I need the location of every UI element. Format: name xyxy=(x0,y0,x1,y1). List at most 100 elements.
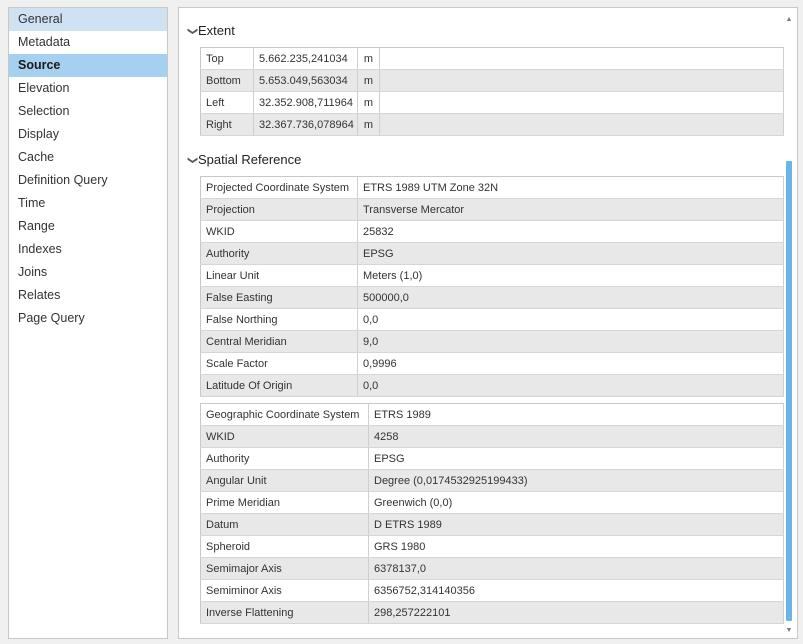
property-label: Semimajor Axis xyxy=(200,557,369,580)
extent-left-value: 32.352.908,711964 xyxy=(253,91,358,114)
spatial-reference-section-header[interactable]: ❯Spatial Reference xyxy=(186,151,301,169)
projected-cs-table: Projected Coordinate System ETRS 1989 UTM… xyxy=(200,176,784,397)
table-row: Central Meridian 9,0 xyxy=(200,330,784,353)
sidebar-item-display[interactable]: Display xyxy=(9,123,167,146)
extent-top-value: 5.662.235,241034 xyxy=(253,47,358,70)
sidebar-item-time[interactable]: Time xyxy=(9,192,167,215)
table-row: Semiminor Axis 6356752,314140356 xyxy=(200,579,784,602)
sidebar-item-elevation[interactable]: Elevation xyxy=(9,77,167,100)
property-value: 4258 xyxy=(368,425,784,448)
property-label: Authority xyxy=(200,447,369,470)
property-label: Projection xyxy=(200,198,358,221)
table-row: Linear Unit Meters (1,0) xyxy=(200,264,784,287)
extent-right-label: Right xyxy=(200,113,254,136)
extent-left-label: Left xyxy=(200,91,254,114)
property-label: WKID xyxy=(200,425,369,448)
table-row: WKID 4258 xyxy=(200,425,784,448)
empty-cell xyxy=(379,69,784,92)
property-label: Central Meridian xyxy=(200,330,358,353)
chevron-down-icon: ❯ xyxy=(187,27,198,36)
table-row: Geographic Coordinate System ETRS 1989 xyxy=(200,403,784,426)
property-label: WKID xyxy=(200,220,358,243)
extent-top-unit: m xyxy=(357,47,380,70)
table-row: Angular Unit Degree (0,0174532925199433) xyxy=(200,469,784,492)
property-value: 0,0 xyxy=(357,308,784,331)
sidebar-item-relates[interactable]: Relates xyxy=(9,284,167,307)
table-row: Spheroid GRS 1980 xyxy=(200,535,784,558)
property-label: Inverse Flattening xyxy=(200,601,369,624)
sidebar-item-source[interactable]: Source xyxy=(9,54,167,77)
extent-bottom-unit: m xyxy=(357,69,380,92)
sidebar-item-metadata[interactable]: Metadata xyxy=(9,31,167,54)
property-value: 500000,0 xyxy=(357,286,784,309)
empty-cell xyxy=(379,91,784,114)
table-row: Authority EPSG xyxy=(200,242,784,265)
property-value: 9,0 xyxy=(357,330,784,353)
property-value: EPSG xyxy=(357,242,784,265)
chevron-down-icon: ❯ xyxy=(187,156,198,165)
table-row: Datum D ETRS 1989 xyxy=(200,513,784,536)
property-value: GRS 1980 xyxy=(368,535,784,558)
property-value: Degree (0,0174532925199433) xyxy=(368,469,784,492)
property-value: EPSG xyxy=(368,447,784,470)
sidebar-item-joins[interactable]: Joins xyxy=(9,261,167,284)
extent-section-header[interactable]: ❯Extent xyxy=(186,22,235,40)
extent-bottom-label: Bottom xyxy=(200,69,254,92)
property-value: 298,257222101 xyxy=(368,601,784,624)
table-row: Right 32.367.736,078964 m xyxy=(200,113,784,136)
property-label: Angular Unit xyxy=(200,469,369,492)
table-row: Prime Meridian Greenwich (0,0) xyxy=(200,491,784,514)
table-row: Left 32.352.908,711964 m xyxy=(200,91,784,114)
sidebar-item-selection[interactable]: Selection xyxy=(9,100,167,123)
property-label: Projected Coordinate System xyxy=(200,176,358,199)
sidebar-item-indexes[interactable]: Indexes xyxy=(9,238,167,261)
geographic-cs-table: Geographic Coordinate System ETRS 1989 WK… xyxy=(200,403,784,624)
property-value: Transverse Mercator xyxy=(357,198,784,221)
properties-sidebar: General Metadata Source Elevation Select… xyxy=(8,7,168,639)
property-value: ETRS 1989 xyxy=(368,403,784,426)
property-label: Geographic Coordinate System xyxy=(200,403,369,426)
property-label: Semiminor Axis xyxy=(200,579,369,602)
table-row: WKID 25832 xyxy=(200,220,784,243)
table-row: Latitude Of Origin 0,0 xyxy=(200,374,784,397)
extent-table: Top 5.662.235,241034 m Bottom 5.653.049,… xyxy=(200,47,784,136)
property-label: Datum xyxy=(200,513,369,536)
arrow-down-icon[interactable]: ▼ xyxy=(785,627,793,635)
property-value: 6378137,0 xyxy=(368,557,784,580)
property-label: False Northing xyxy=(200,308,358,331)
table-row: Inverse Flattening 298,257222101 xyxy=(200,601,784,624)
property-label: Spheroid xyxy=(200,535,369,558)
sidebar-item-range[interactable]: Range xyxy=(9,215,167,238)
sidebar-item-general[interactable]: General xyxy=(9,8,167,31)
property-label: Latitude Of Origin xyxy=(200,374,358,397)
table-row: Bottom 5.653.049,563034 m xyxy=(200,69,784,92)
extent-top-label: Top xyxy=(200,47,254,70)
extent-left-unit: m xyxy=(357,91,380,114)
table-row: Projected Coordinate System ETRS 1989 UTM… xyxy=(200,176,784,199)
source-panel: ❯Extent Top 5.662.235,241034 m Bottom 5.… xyxy=(178,7,798,639)
empty-cell xyxy=(379,113,784,136)
spatial-reference-title: Spatial Reference xyxy=(198,152,302,167)
sidebar-item-definition-query[interactable]: Definition Query xyxy=(9,169,167,192)
property-label: Scale Factor xyxy=(200,352,358,375)
empty-cell xyxy=(379,47,784,70)
property-label: Prime Meridian xyxy=(200,491,369,514)
table-row: Scale Factor 0,9996 xyxy=(200,352,784,375)
sidebar-item-page-query[interactable]: Page Query xyxy=(9,307,167,330)
property-value: ETRS 1989 UTM Zone 32N xyxy=(357,176,784,199)
property-value: 25832 xyxy=(357,220,784,243)
sidebar-item-cache[interactable]: Cache xyxy=(9,146,167,169)
property-label: Linear Unit xyxy=(200,264,358,287)
vertical-scrollbar[interactable]: ▲ ▼ xyxy=(785,16,793,635)
property-label: Authority xyxy=(200,242,358,265)
table-row: False Easting 500000,0 xyxy=(200,286,784,309)
extent-title: Extent xyxy=(198,23,235,38)
table-row: Semimajor Axis 6378137,0 xyxy=(200,557,784,580)
property-label: False Easting xyxy=(200,286,358,309)
arrow-up-icon[interactable]: ▲ xyxy=(785,16,793,24)
extent-bottom-value: 5.653.049,563034 xyxy=(253,69,358,92)
scrollbar-thumb[interactable] xyxy=(786,161,792,621)
property-value: 6356752,314140356 xyxy=(368,579,784,602)
table-row: Projection Transverse Mercator xyxy=(200,198,784,221)
extent-right-value: 32.367.736,078964 xyxy=(253,113,358,136)
